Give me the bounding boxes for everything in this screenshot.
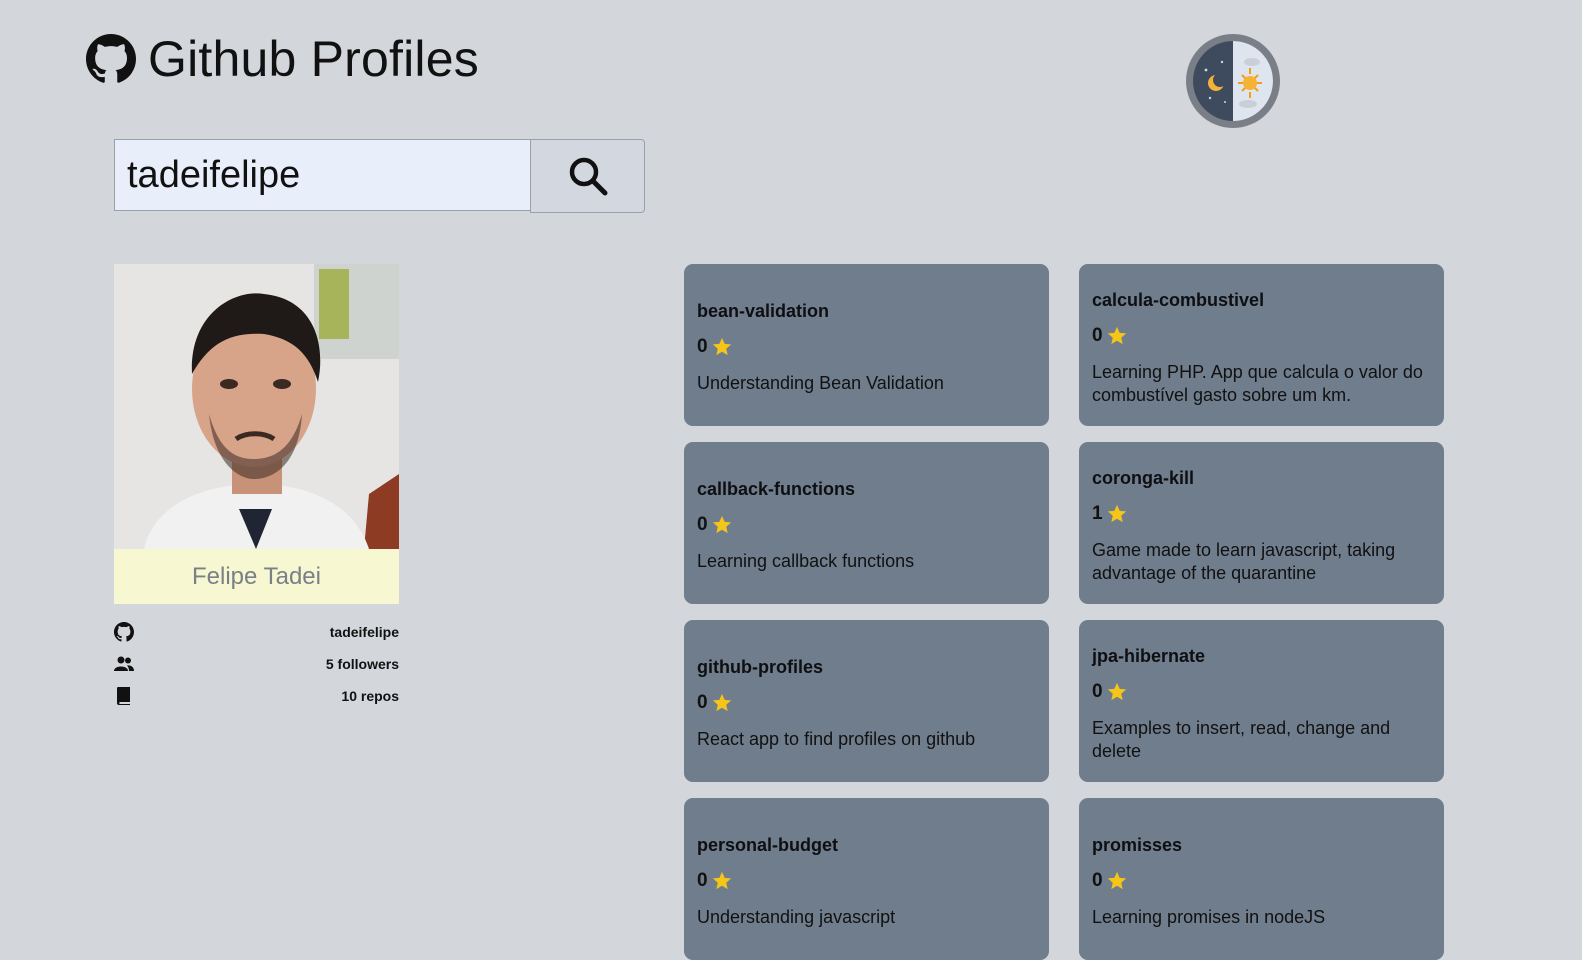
search-button[interactable] — [530, 139, 645, 213]
username-link[interactable]: tadeifelipe — [330, 624, 399, 640]
profile-stats: tadeifelipe 5 followers 10 repos — [114, 616, 399, 712]
star-count: 0 — [1092, 680, 1103, 702]
repo-name: github-profiles — [697, 657, 823, 677]
profile-card: Felipe Tadei tadeifelipe 5 followers 10 … — [114, 264, 399, 712]
search-input[interactable] — [114, 139, 530, 211]
stat-username: tadeifelipe — [114, 616, 399, 648]
repo-card[interactable]: github-profiles 0 React app to find prof… — [684, 620, 1049, 782]
repo-name: callback-functions — [697, 479, 856, 499]
star-icon — [1107, 871, 1126, 890]
theme-toggle-button[interactable] — [1186, 34, 1280, 128]
followers-count: 5 followers — [325, 656, 399, 672]
day-night-icon — [1193, 41, 1273, 121]
star-icon — [712, 871, 731, 890]
profile-name: Felipe Tadei — [114, 549, 399, 604]
repo-card[interactable]: promisses 0 Learning promises in nodeJS — [1079, 798, 1444, 960]
repo-name: calcula-combustivel — [1092, 289, 1265, 310]
repo-description: Understanding Bean Validation — [697, 373, 944, 393]
repo-stars: 0 — [697, 336, 1036, 358]
book-icon — [114, 686, 134, 706]
repo-grid: bean-validation 0 Understanding Bean Val… — [684, 264, 1444, 960]
repo-stars: 0 — [1092, 681, 1431, 703]
repo-stars: 0 — [697, 514, 1036, 536]
repos-count: 10 repos — [341, 688, 399, 704]
repo-description: Examples to insert, read, change and del… — [1092, 717, 1391, 761]
github-logo-icon — [86, 34, 136, 83]
star-icon — [712, 515, 731, 534]
repo-card[interactable]: callback-functions 0 Learning callback f… — [684, 442, 1049, 604]
repo-name: promisses — [1092, 835, 1183, 855]
repo-name: coronga-kill — [1092, 467, 1195, 488]
repo-description: React app to find profiles on github — [697, 729, 976, 749]
avatar — [114, 264, 399, 549]
repo-card[interactable]: jpa-hibernate 0 Examples to insert, read… — [1079, 620, 1444, 782]
repo-description: Understanding javascript — [697, 907, 896, 927]
star-icon — [712, 693, 731, 712]
star-count: 0 — [697, 336, 708, 357]
repo-card[interactable]: bean-validation 0 Understanding Bean Val… — [684, 264, 1049, 426]
repo-card[interactable]: coronga-kill 1 Game made to learn javasc… — [1079, 442, 1444, 604]
repo-stars: 0 — [1092, 325, 1431, 347]
repo-stars: 0 — [697, 870, 1036, 892]
repo-card[interactable]: calcula-combustivel 0 Learning PHP. App … — [1079, 264, 1444, 426]
app-title: Github Profiles — [148, 31, 479, 87]
repo-description: Learning promises in nodeJS — [1092, 907, 1326, 927]
app-header: Github Profiles — [86, 30, 479, 88]
star-count: 0 — [697, 692, 708, 713]
star-icon — [1107, 326, 1126, 344]
repo-name: bean-validation — [697, 301, 830, 321]
repo-description: Learning callback functions — [697, 551, 915, 571]
star-icon — [712, 337, 731, 356]
star-count: 0 — [1092, 870, 1103, 891]
repo-stars: 0 — [1092, 870, 1431, 892]
repo-stars: 1 — [1092, 503, 1431, 525]
star-count: 0 — [697, 514, 708, 535]
repo-card[interactable]: personal-budget 0 Understanding javascri… — [684, 798, 1049, 960]
repo-description: Game made to learn javascript, taking ad… — [1092, 539, 1396, 583]
stat-repos: 10 repos — [114, 680, 399, 712]
star-count: 0 — [1092, 324, 1103, 346]
star-icon — [1107, 682, 1126, 700]
star-count: 0 — [697, 870, 708, 891]
github-icon — [114, 622, 134, 642]
repo-name: personal-budget — [697, 835, 839, 855]
search-bar — [114, 139, 645, 213]
search-icon — [569, 157, 607, 196]
people-icon — [114, 654, 134, 674]
repo-stars: 0 — [697, 692, 1036, 714]
star-icon — [1107, 504, 1126, 522]
star-count: 1 — [1092, 502, 1103, 524]
repo-description: Learning PHP. App que calcula o valor do… — [1092, 361, 1423, 405]
repo-name: jpa-hibernate — [1092, 645, 1206, 666]
stat-followers: 5 followers — [114, 648, 399, 680]
